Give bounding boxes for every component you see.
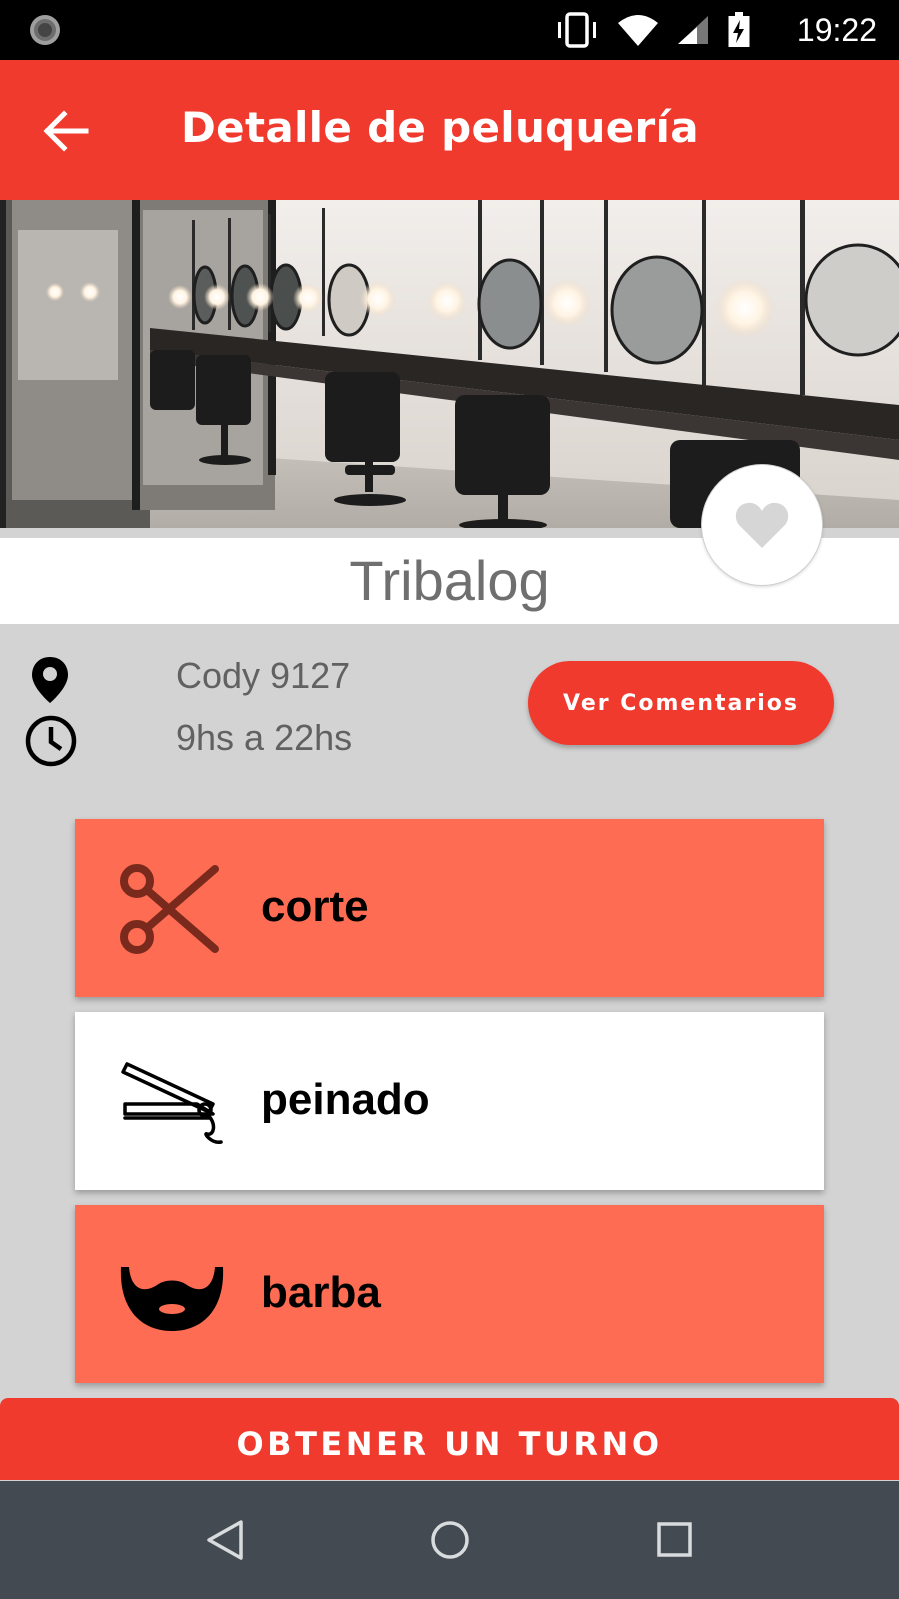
service-card-peinado[interactable]: peinado: [75, 1012, 824, 1190]
back-button[interactable]: [38, 106, 94, 156]
status-bar: 19:22: [0, 0, 899, 60]
service-label: barba: [261, 1268, 381, 1317]
favorite-button[interactable]: [701, 464, 823, 586]
page-title: Detalle de peluquería: [181, 103, 699, 152]
service-card-corte[interactable]: corte: [75, 819, 824, 997]
clock-icon: [25, 715, 77, 767]
app-bar: Detalle de peluquería: [0, 60, 899, 200]
salon-hours: 9hs a 22hs: [176, 717, 353, 758]
nav-home-icon: [431, 1521, 469, 1559]
service-label: corte: [261, 882, 369, 931]
wifi-icon: [618, 15, 658, 46]
nav-recents-icon: [657, 1522, 692, 1557]
salon-address: Cody 9127: [176, 655, 351, 696]
hair-straightener-icon: [121, 1062, 223, 1144]
nav-back-icon: [207, 1520, 243, 1560]
loading-indicator-icon: [30, 15, 60, 45]
get-appointment-button[interactable]: OBTENER UN TURNO: [0, 1398, 899, 1480]
clock-text: 19:22: [796, 12, 877, 48]
vibrate-icon: [558, 12, 596, 48]
nav-home-button[interactable]: [420, 1510, 480, 1570]
service-card-barba[interactable]: barba: [75, 1205, 824, 1383]
battery-charging-icon: [728, 12, 750, 47]
salon-name: Tribalog: [349, 549, 550, 612]
scissors-icon: [120, 864, 219, 954]
cell-signal-icon: [678, 16, 708, 44]
location-pin-icon: [32, 657, 68, 703]
status-icons: [555, 12, 751, 48]
service-label: peinado: [261, 1075, 430, 1124]
nav-back-button[interactable]: [195, 1510, 255, 1570]
heart-icon: [735, 502, 789, 548]
system-nav-bar: [0, 1481, 899, 1599]
view-comments-button[interactable]: Ver Comentarios: [528, 661, 834, 745]
nav-recents-button[interactable]: [645, 1510, 705, 1570]
arrow-left-icon: [43, 110, 89, 152]
beard-icon: [120, 1267, 224, 1331]
